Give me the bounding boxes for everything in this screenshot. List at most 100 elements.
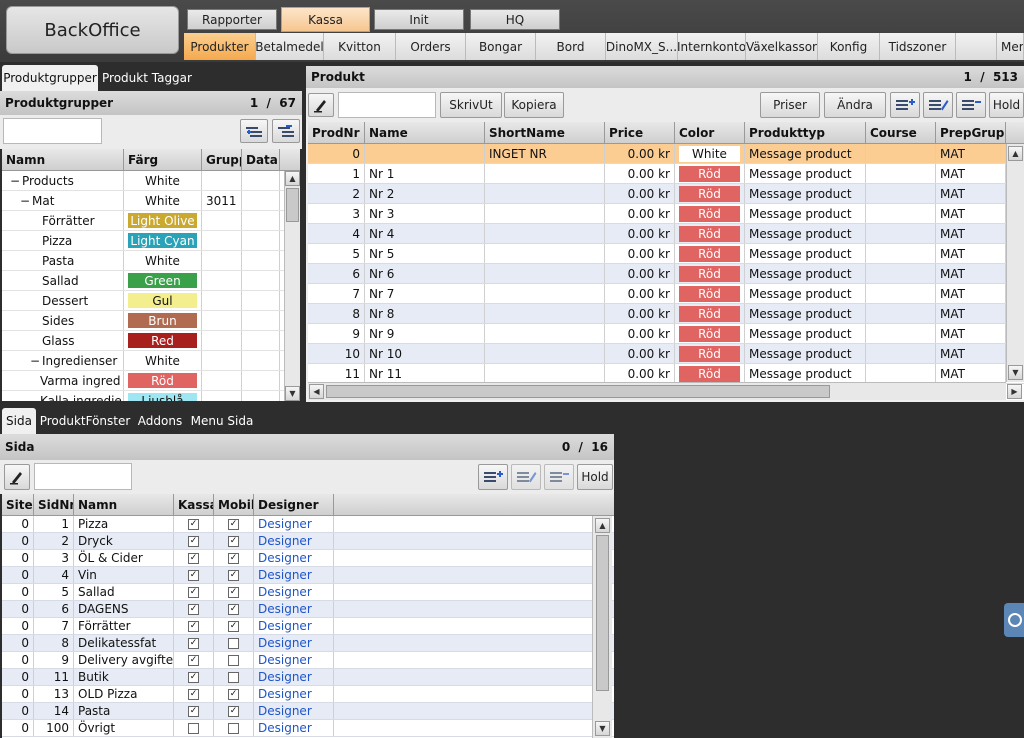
designer-link[interactable]: Designer [254, 618, 334, 634]
kassa-checkbox[interactable] [188, 722, 199, 734]
kassa-checkbox[interactable]: ✓ [188, 671, 199, 683]
mobil-checkbox[interactable] [228, 654, 239, 666]
designer-link[interactable]: Designer [254, 703, 334, 719]
group-scrollbar[interactable]: ▲ ▼ [284, 171, 300, 401]
prices-button[interactable]: Priser [760, 92, 820, 118]
product-row[interactable]: 5 Nr 5 0.00 kr Röd Message product MAT [308, 244, 1024, 264]
sida-row[interactable]: 0 4 Vin ✓ ✓ Designer [2, 567, 614, 584]
mobil-checkbox[interactable]: ✓ [228, 535, 239, 547]
group-row[interactable]: − Products White [2, 171, 300, 191]
add-row-icon[interactable] [478, 464, 508, 490]
tab-kassa[interactable]: Kassa [281, 7, 370, 32]
edit-pencil-icon[interactable] [4, 464, 30, 490]
kassa-checkbox[interactable]: ✓ [188, 535, 199, 547]
edit-pencil-icon[interactable] [308, 93, 334, 117]
add-row-icon[interactable] [890, 92, 920, 118]
subtab-orders[interactable]: Orders [396, 33, 466, 60]
add-group-icon[interactable] [240, 119, 268, 143]
col-prodnr[interactable]: ProdNr [308, 122, 365, 143]
remove-row-icon[interactable] [956, 92, 986, 118]
print-button[interactable]: SkrivUt [440, 92, 502, 118]
scroll-down-icon[interactable]: ▼ [595, 721, 610, 736]
subtab-kvitton[interactable]: Kvitton [324, 33, 396, 60]
subtab-internkonto[interactable]: Internkonto [678, 33, 746, 60]
tab-menu-sida[interactable]: Menu Sida [190, 408, 254, 434]
edit-button[interactable]: Ändra [824, 92, 886, 118]
group-row[interactable]: − Mat White 3011 [2, 191, 300, 211]
remove-group-icon[interactable] [272, 119, 300, 143]
kassa-checkbox[interactable]: ✓ [188, 603, 199, 615]
backoffice-button[interactable]: BackOffice [6, 6, 179, 54]
product-row[interactable]: 9 Nr 9 0.00 kr Röd Message product MAT [308, 324, 1024, 344]
mobil-checkbox[interactable]: ✓ [228, 552, 239, 564]
group-row[interactable]: Varma ingred Röd [2, 371, 300, 391]
sida-row[interactable]: 0 100 Övrigt Designer [2, 720, 614, 737]
sida-row[interactable]: 0 13 OLD Pizza ✓ ✓ Designer [2, 686, 614, 703]
sida-row[interactable]: 0 11 Butik ✓ Designer [2, 669, 614, 686]
kassa-checkbox[interactable]: ✓ [188, 705, 199, 717]
col-color[interactable]: Color [675, 122, 745, 143]
designer-link[interactable]: Designer [254, 550, 334, 566]
product-row[interactable]: 1 Nr 1 0.00 kr Röd Message product MAT [308, 164, 1024, 184]
product-search-input[interactable] [338, 92, 436, 118]
group-search-input[interactable] [3, 118, 102, 144]
sida-row[interactable]: 0 9 Delivery avgifter ✓ Designer [2, 652, 614, 669]
col-kassa[interactable]: Kassa [174, 494, 214, 515]
scroll-up-icon[interactable]: ▲ [1008, 146, 1023, 161]
col-name[interactable]: Name [365, 122, 485, 143]
kassa-checkbox[interactable]: ✓ [188, 620, 199, 632]
designer-link[interactable]: Designer [254, 652, 334, 668]
kassa-checkbox[interactable]: ✓ [188, 586, 199, 598]
group-row[interactable]: Glass Red [2, 331, 300, 351]
side-handle[interactable] [1004, 603, 1024, 637]
copy-button[interactable]: Kopiera [504, 92, 564, 118]
tab-produkt-taggar[interactable]: Produkt Taggar [100, 65, 194, 91]
col-shortname[interactable]: ShortName [485, 122, 605, 143]
kassa-checkbox[interactable]: ✓ [188, 637, 199, 649]
kassa-checkbox[interactable]: ✓ [188, 552, 199, 564]
sida-hold-button[interactable]: Hold [577, 464, 613, 490]
group-row[interactable]: Förrätter Light Olive [2, 211, 300, 231]
scroll-up-icon[interactable]: ▲ [285, 171, 300, 186]
tab-rapporter[interactable]: Rapporter [187, 9, 277, 30]
hscroll-thumb[interactable] [326, 385, 830, 398]
group-row[interactable]: Kalla ingredie Ljusblå [2, 391, 300, 401]
col-namn[interactable]: Namn [2, 149, 124, 170]
subtab-tidszoner[interactable]: Tidszoner [880, 33, 956, 60]
tab-addons[interactable]: Addons [134, 408, 186, 434]
scroll-down-icon[interactable]: ▼ [1008, 365, 1023, 380]
group-row[interactable]: Pizza Light Cyan [2, 231, 300, 251]
subtab-more[interactable]: Mer [996, 33, 1024, 60]
mobil-checkbox[interactable]: ✓ [228, 620, 239, 632]
col-produkttyp[interactable]: Produkttyp [745, 122, 866, 143]
group-row[interactable]: Sallad Green [2, 271, 300, 291]
scroll-down-icon[interactable]: ▼ [285, 386, 300, 401]
subtab-bord[interactable]: Bord [536, 33, 606, 60]
subtab-dinomx[interactable]: DinoMX_S... [606, 33, 678, 60]
sida-row[interactable]: 0 2 Dryck ✓ ✓ Designer [2, 533, 614, 550]
kassa-checkbox[interactable]: ✓ [188, 688, 199, 700]
col-designer[interactable]: Designer [254, 494, 334, 515]
scroll-thumb[interactable] [596, 535, 609, 691]
sida-row[interactable]: 0 3 ÖL & Cider ✓ ✓ Designer [2, 550, 614, 567]
designer-link[interactable]: Designer [254, 669, 334, 685]
sida-row[interactable]: 0 6 DAGENS ✓ ✓ Designer [2, 601, 614, 618]
mobil-checkbox[interactable] [228, 637, 239, 649]
product-row[interactable]: 6 Nr 6 0.00 kr Röd Message product MAT [308, 264, 1024, 284]
product-row[interactable]: 7 Nr 7 0.00 kr Röd Message product MAT [308, 284, 1024, 304]
col-data[interactable]: Data [242, 149, 280, 170]
edit-row-icon[interactable] [511, 464, 541, 490]
remove-row-icon[interactable] [544, 464, 574, 490]
product-row[interactable]: 11 Nr 11 0.00 kr Röd Message product MAT [308, 364, 1024, 384]
group-row[interactable]: − Ingredienser White [2, 351, 300, 371]
subtab-betalmedel[interactable]: Betalmedel [256, 33, 324, 60]
product-row[interactable]: 8 Nr 8 0.00 kr Röd Message product MAT [308, 304, 1024, 324]
product-row[interactable]: 10 Nr 10 0.00 kr Röd Message product MAT [308, 344, 1024, 364]
col-sidnr[interactable]: SidNr [34, 494, 74, 515]
designer-link[interactable]: Designer [254, 720, 334, 736]
designer-link[interactable]: Designer [254, 635, 334, 651]
col-namn[interactable]: Namn [74, 494, 174, 515]
subtab-produkter[interactable]: Produkter [184, 33, 256, 60]
sida-row[interactable]: 0 8 Delikatessfat ✓ Designer [2, 635, 614, 652]
mobil-checkbox[interactable]: ✓ [228, 586, 239, 598]
